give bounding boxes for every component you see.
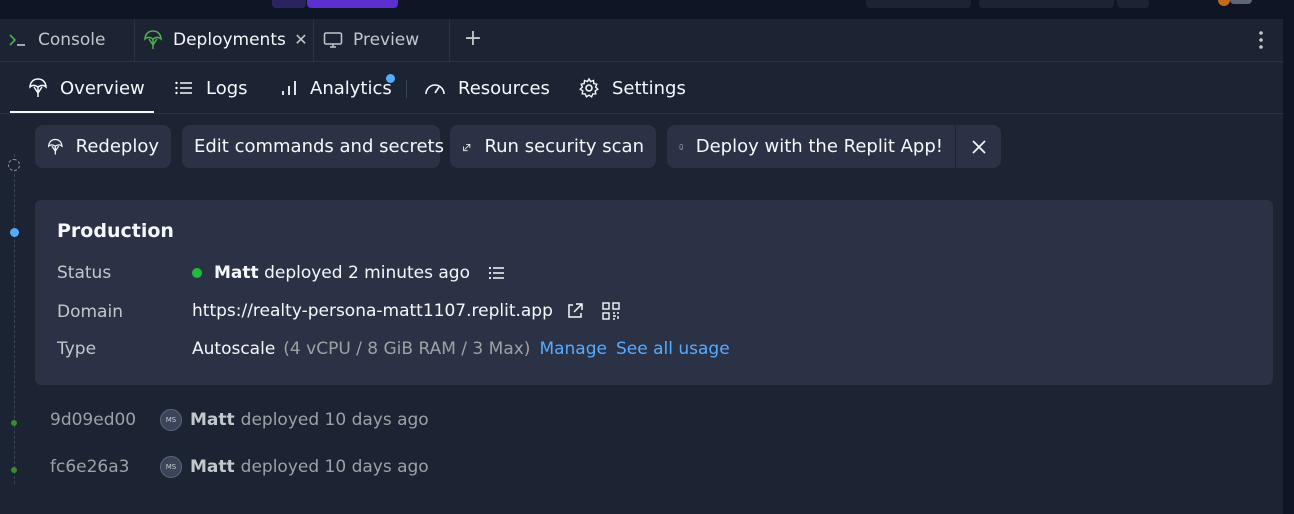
deployments-icon bbox=[143, 30, 163, 50]
deployments-icon bbox=[48, 138, 63, 154]
security-scan-button[interactable]: Run security scan bbox=[450, 125, 656, 168]
tab-preview[interactable]: Preview bbox=[315, 19, 449, 61]
subnav-overview[interactable]: Overview bbox=[28, 62, 145, 114]
logs-list-icon[interactable] bbox=[488, 265, 506, 281]
external-link-icon[interactable] bbox=[565, 301, 585, 321]
more-options-icon[interactable] bbox=[1250, 28, 1272, 52]
domain-link[interactable]: https://realty-persona-matt1107.replit.a… bbox=[192, 301, 553, 321]
timeline-node-production bbox=[10, 228, 19, 237]
deployments-panel: Console Deployments ✕ Preview + Overview bbox=[0, 19, 1283, 514]
commit-hash: 9d09ed00 bbox=[50, 410, 137, 430]
history-text: deployed 10 days ago bbox=[240, 457, 429, 477]
status-dot bbox=[192, 268, 202, 278]
tab-divider bbox=[449, 19, 450, 61]
timeline-node-pending bbox=[8, 159, 20, 171]
deploy-app-button[interactable]: Deploy with the Replit App! bbox=[667, 125, 955, 168]
edit-commands-button[interactable]: Edit commands and secrets bbox=[182, 125, 444, 168]
active-tab-indicator bbox=[10, 111, 154, 113]
close-icon bbox=[971, 139, 986, 154]
top-button-1[interactable] bbox=[866, 0, 971, 8]
timeline-node-history bbox=[11, 467, 17, 473]
tab-deployments[interactable]: Deployments bbox=[135, 19, 313, 61]
history-user: Matt bbox=[190, 410, 235, 430]
top-strip bbox=[0, 0, 1294, 20]
tab-label: Deployments bbox=[173, 30, 286, 50]
subnav-resources[interactable]: Resources bbox=[424, 62, 550, 114]
domain-label: Domain bbox=[57, 302, 123, 322]
notification-badge bbox=[1218, 0, 1230, 6]
tab-label: Preview bbox=[353, 30, 420, 50]
right-gutter bbox=[1283, 19, 1294, 514]
gauge-icon bbox=[425, 84, 445, 95]
history-text: deployed 10 days ago bbox=[240, 410, 429, 430]
terminal-icon bbox=[8, 30, 28, 50]
type-specs: (4 vCPU / 8 GiB RAM / 3 Max) bbox=[283, 339, 531, 359]
tab-console[interactable]: Console bbox=[0, 19, 134, 61]
dismiss-button[interactable] bbox=[956, 125, 1001, 168]
qr-code-icon[interactable] bbox=[601, 301, 621, 321]
subnav-settings[interactable]: Settings bbox=[578, 62, 686, 114]
top-toggle-left[interactable] bbox=[272, 0, 306, 8]
button-label: Deploy with the Replit App! bbox=[695, 136, 943, 157]
avatar: MS bbox=[160, 409, 182, 431]
close-icon[interactable]: ✕ bbox=[292, 30, 310, 50]
subnav-label: Overview bbox=[60, 77, 145, 99]
add-tab-icon[interactable]: + bbox=[462, 28, 484, 52]
monitor-icon bbox=[323, 30, 343, 50]
button-label: Edit commands and secrets bbox=[194, 136, 444, 157]
subnav-label: Logs bbox=[206, 77, 248, 99]
phone-icon bbox=[679, 144, 683, 149]
top-toggle-right[interactable] bbox=[307, 0, 398, 8]
deployment-subnav: Overview Logs Analytics Resources Settin… bbox=[0, 62, 1283, 114]
history-user: Matt bbox=[190, 457, 235, 477]
status-value: Matt deployed 2 minutes ago bbox=[192, 263, 506, 283]
subnav-label: Resources bbox=[458, 77, 550, 99]
scan-arrow-icon bbox=[463, 143, 471, 151]
status-text: deployed 2 minutes ago bbox=[264, 263, 470, 283]
history-row[interactable]: fc6e26a3 MS Matt deployed 10 days ago bbox=[50, 455, 429, 479]
commit-hash: fc6e26a3 bbox=[50, 457, 130, 477]
type-value: Autoscale (4 vCPU / 8 GiB RAM / 3 Max) M… bbox=[192, 339, 730, 359]
button-label: Run security scan bbox=[484, 136, 644, 157]
subnav-label: Settings bbox=[612, 77, 686, 99]
history-row[interactable]: 9d09ed00 MS Matt deployed 10 days ago bbox=[50, 408, 429, 432]
production-card: Production Status Matt deployed 2 minute… bbox=[35, 200, 1273, 385]
tab-divider bbox=[313, 19, 314, 61]
status-user: Matt bbox=[214, 263, 259, 283]
subnav-divider bbox=[406, 80, 407, 98]
domain-value: https://realty-persona-matt1107.replit.a… bbox=[192, 301, 621, 321]
timeline-line bbox=[14, 154, 15, 484]
tab-label: Console bbox=[38, 30, 106, 50]
type-name: Autoscale bbox=[192, 339, 276, 359]
subnav-logs[interactable]: Logs bbox=[174, 62, 248, 114]
timeline-node-history bbox=[11, 420, 17, 426]
redeploy-button[interactable]: Redeploy bbox=[35, 125, 171, 168]
top-button-3[interactable] bbox=[1117, 0, 1149, 8]
list-icon bbox=[175, 81, 192, 95]
avatar[interactable] bbox=[1230, 0, 1252, 4]
status-label: Status bbox=[57, 263, 112, 283]
gear-icon bbox=[579, 77, 599, 98]
tab-bar: Console Deployments ✕ Preview + bbox=[0, 19, 1283, 62]
notification-dot bbox=[386, 74, 395, 83]
see-usage-link[interactable]: See all usage bbox=[616, 339, 730, 359]
subnav-label: Analytics bbox=[310, 77, 392, 99]
type-label: Type bbox=[57, 339, 97, 359]
bar-chart-icon bbox=[282, 81, 296, 95]
card-title: Production bbox=[57, 220, 174, 242]
avatar: MS bbox=[160, 456, 182, 478]
button-label: Redeploy bbox=[75, 136, 159, 157]
subnav-analytics[interactable]: Analytics bbox=[280, 62, 392, 114]
manage-link[interactable]: Manage bbox=[539, 339, 607, 359]
top-button-2[interactable] bbox=[979, 0, 1114, 8]
deployments-icon bbox=[29, 78, 47, 97]
